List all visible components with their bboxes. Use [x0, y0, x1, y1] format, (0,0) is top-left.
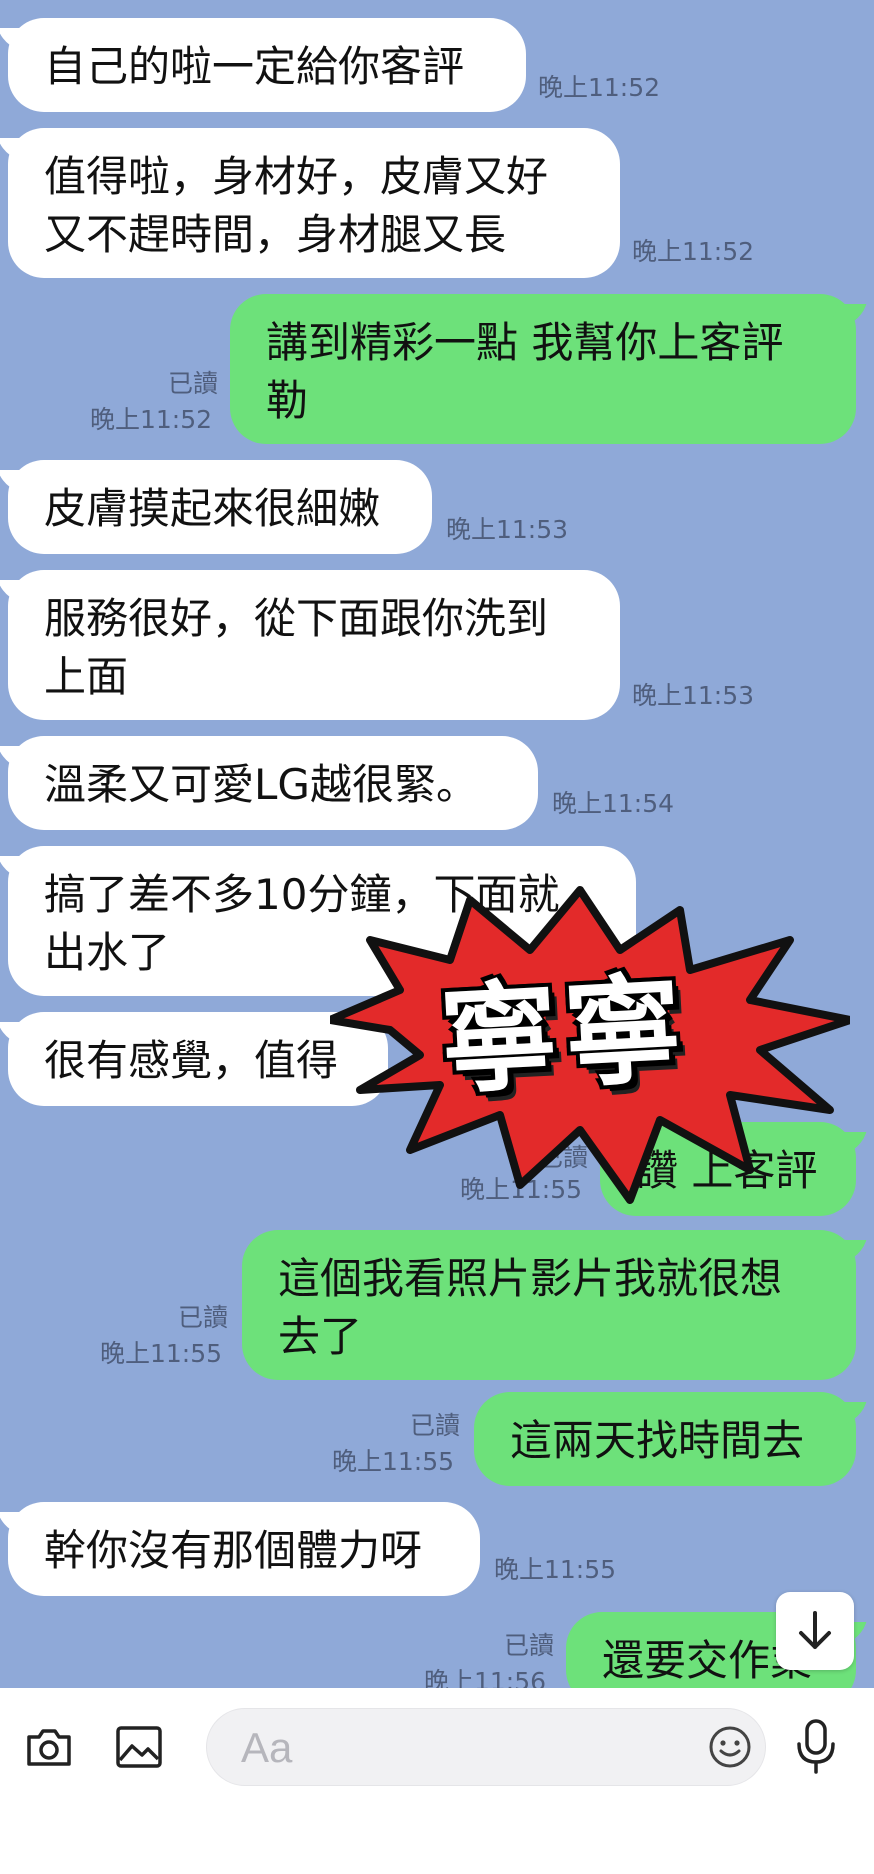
microphone-icon: [797, 1719, 835, 1774]
message-time: 晚上11:53: [446, 515, 569, 544]
message-time: 晚上11:55: [332, 1447, 455, 1476]
message-time: 晚上11:52: [538, 73, 661, 102]
read-receipt: 已讀: [503, 1631, 554, 1660]
camera-button[interactable]: [24, 1722, 74, 1772]
sticker-text: 寧寧: [436, 959, 692, 1111]
image-icon: [116, 1726, 162, 1768]
message-time: 晚上11:55: [494, 1555, 617, 1584]
camera-icon: [27, 1729, 71, 1766]
gallery-button[interactable]: [114, 1722, 164, 1772]
emoji-icon[interactable]: [707, 1724, 753, 1770]
message-time: 晚上11:53: [632, 681, 755, 710]
message-bubble-incoming[interactable]: 皮膚摸起來很細嫩: [8, 460, 432, 554]
message-bubble-incoming[interactable]: 自己的啦一定給你客評: [8, 18, 526, 112]
message-bubble-incoming[interactable]: 幹你沒有那個體力呀: [8, 1502, 480, 1596]
message-input-placeholder: Aa: [241, 1724, 293, 1771]
message-time: 晚上11:52: [90, 405, 213, 434]
read-receipt: 已讀: [167, 369, 218, 398]
message-time: 晚上11:55: [100, 1339, 223, 1368]
message-bubble-incoming[interactable]: 溫柔又可愛LG越很緊。: [8, 736, 538, 830]
message-time: 晚上11:52: [632, 237, 755, 266]
scroll-down-button[interactable]: [776, 1592, 854, 1670]
chat-area[interactable]: 自己的啦一定給你客評 晚上11:52 值得啦，身材好，皮膚又好 又不趕時間，身材…: [0, 0, 874, 1688]
message-time: 晚上11:56: [424, 1667, 547, 1688]
arrow-down-icon: [799, 1611, 831, 1649]
message-time: 晚上11:54: [552, 789, 675, 818]
message-bubble-outgoing[interactable]: 這個我看照片影片我就很想 去了: [242, 1230, 856, 1380]
message-bubble-incoming[interactable]: 值得啦，身材好，皮膚又好 又不趕時間，身材腿又長: [8, 128, 620, 278]
message-bubble-outgoing[interactable]: 講到精彩一點 我幫你上客評 勒: [230, 294, 856, 444]
message-input[interactable]: Aa: [206, 1708, 766, 1786]
message-bubble-incoming[interactable]: 服務很好，從下面跟你洗到 上面: [8, 570, 620, 720]
read-receipt: 已讀: [177, 1303, 228, 1332]
read-receipt: 已讀: [409, 1411, 460, 1440]
microphone-button[interactable]: [794, 1718, 838, 1776]
message-bubble-outgoing[interactable]: 這兩天找時間去: [474, 1392, 856, 1486]
